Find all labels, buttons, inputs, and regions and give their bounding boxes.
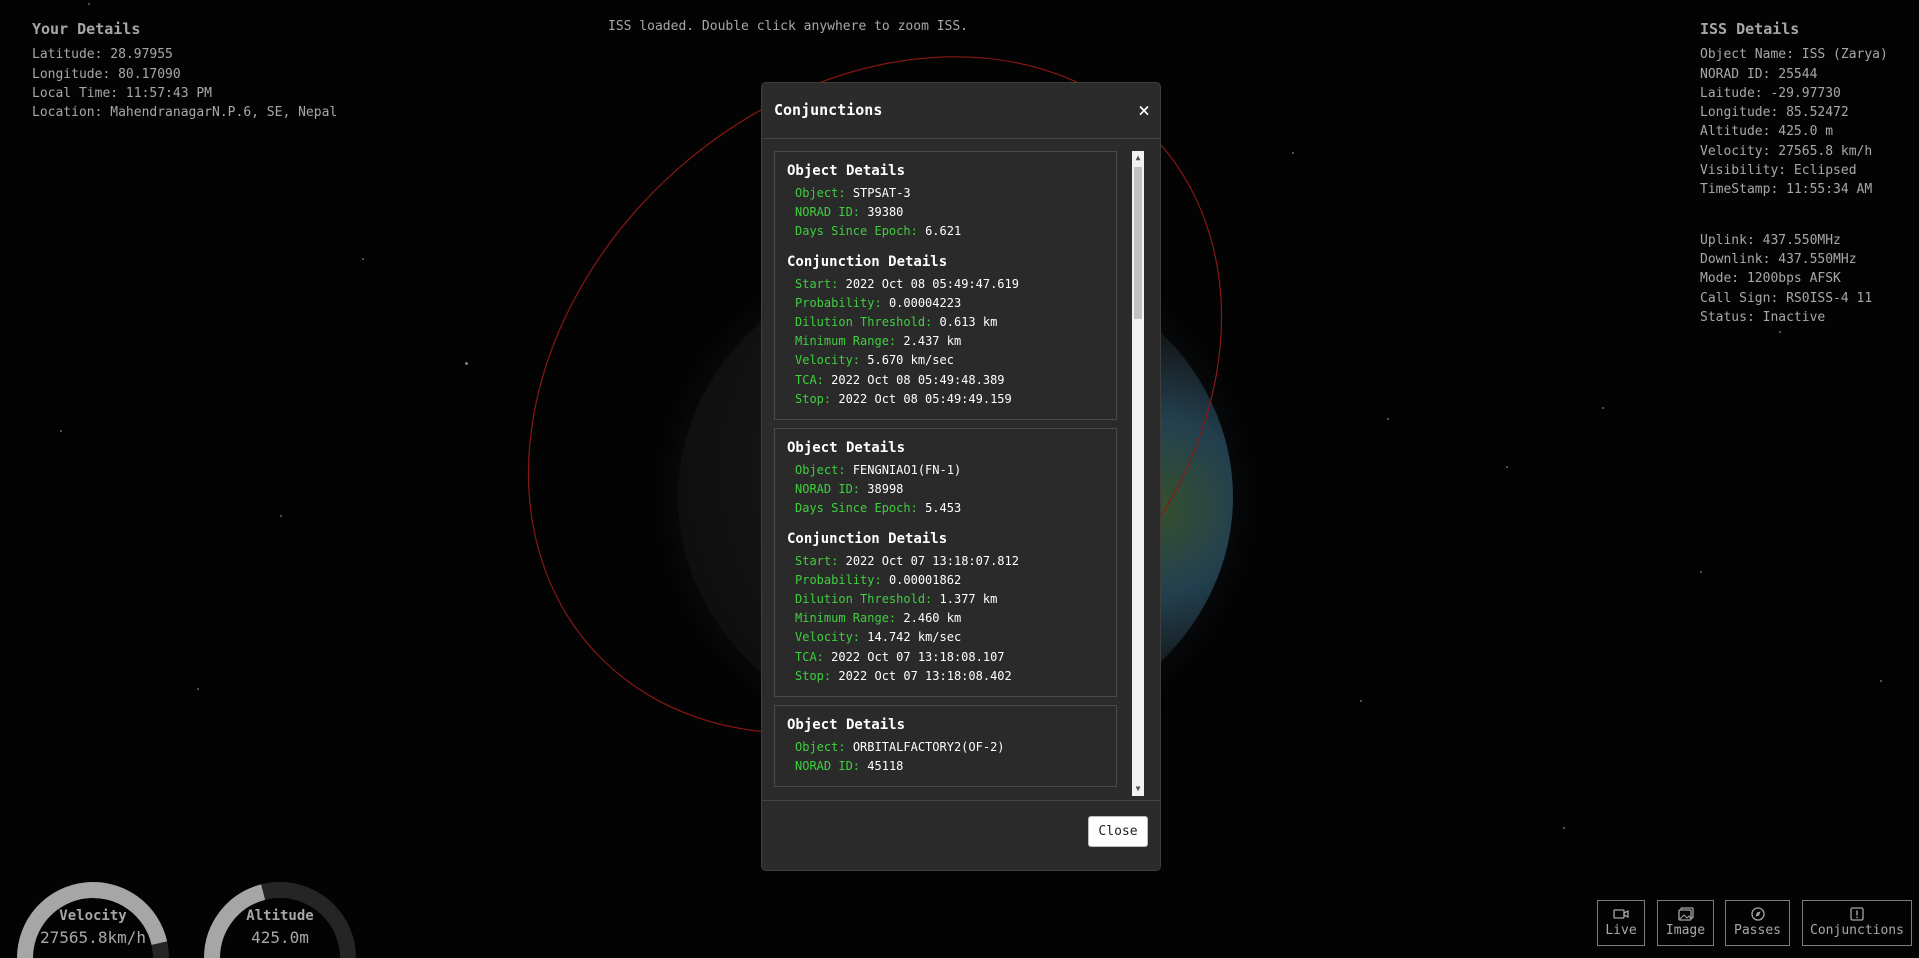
- dilution-label: Dilution Threshold:: [795, 315, 933, 330]
- stop-value: 2022 Oct 07 13:18:08.402: [838, 668, 1012, 683]
- conjunction-details-heading: Conjunction Details: [787, 530, 948, 547]
- conjunction-card: Object Details Object: STPSAT-3 NORAD ID…: [774, 151, 1117, 421]
- min-range-label: Minimum Range:: [795, 334, 897, 349]
- start-label: Start:: [795, 276, 839, 291]
- modal-footer: Close: [762, 800, 1160, 871]
- modal-body[interactable]: Object Details Object: STPSAT-3 NORAD ID…: [762, 139, 1160, 800]
- dilution-label: Dilution Threshold:: [795, 592, 933, 607]
- min-range-label: Minimum Range:: [795, 611, 897, 626]
- days-label: Days Since Epoch:: [795, 501, 918, 516]
- start-label: Start:: [795, 553, 839, 568]
- norad-label: NORAD ID:: [795, 482, 861, 497]
- velocity-label: Velocity:: [795, 353, 861, 368]
- object-details-heading: Object Details: [787, 163, 906, 179]
- velocity-value: 14.742 km/sec: [867, 630, 962, 645]
- tca-value: 2022 Oct 08 05:49:48.389: [831, 372, 1005, 387]
- probability-label: Probability:: [795, 572, 882, 587]
- velocity-label: Velocity:: [795, 630, 861, 645]
- object-details-heading: Object Details: [787, 440, 906, 457]
- start-value: 2022 Oct 08 05:49:47.619: [845, 276, 1019, 291]
- object-value: FENGNIAO1(FN-1): [852, 463, 962, 478]
- norad-value: 38998: [867, 482, 904, 497]
- object-label: Object:: [795, 740, 846, 755]
- close-button[interactable]: Close: [1088, 816, 1148, 847]
- norad-label: NORAD ID:: [795, 205, 861, 220]
- conjunction-card: Object Details Object: ORBITALFACTORY2(O…: [774, 705, 1117, 788]
- norad-value: 45118: [867, 759, 904, 774]
- object-label: Object:: [795, 463, 846, 478]
- tca-value: 2022 Oct 07 13:18:08.107: [831, 649, 1005, 664]
- conjunction-list[interactable]: Object Details Object: STPSAT-3 NORAD ID…: [774, 151, 1119, 795]
- conjunction-card: Object Details Object: FENGNIAO1(FN-1) N…: [774, 428, 1117, 698]
- norad-value: 39380: [867, 205, 904, 220]
- norad-label: NORAD ID:: [795, 759, 861, 774]
- stop-label: Stop:: [795, 391, 832, 406]
- object-details-heading: Object Details: [787, 717, 906, 734]
- conjunctions-modal: Conjunctions × Object Details Object: ST…: [761, 82, 1161, 871]
- conjunction-details-heading: Conjunction Details: [787, 253, 948, 270]
- tca-label: TCA:: [795, 372, 824, 387]
- days-value: 5.453: [925, 501, 962, 516]
- tca-label: TCA:: [795, 649, 824, 664]
- object-value: ORBITALFACTORY2(OF-2): [852, 740, 1005, 755]
- modal-scrollbar[interactable]: ▲ ▼: [1132, 151, 1144, 796]
- probability-value: 0.00004223: [888, 295, 962, 310]
- min-range-value: 2.437 km: [903, 334, 962, 349]
- stop-value: 2022 Oct 08 05:49:49.159: [838, 391, 1012, 406]
- scroll-up-arrow-icon[interactable]: ▲: [1132, 151, 1144, 165]
- object-value: STPSAT-3: [852, 186, 911, 200]
- modal-title: Conjunctions: [774, 101, 883, 119]
- days-label: Days Since Epoch:: [795, 224, 918, 239]
- start-value: 2022 Oct 07 13:18:07.812: [845, 553, 1019, 568]
- probability-value: 0.00001862: [888, 572, 962, 587]
- scroll-down-arrow-icon[interactable]: ▼: [1132, 782, 1144, 796]
- days-value: 6.621: [925, 224, 962, 239]
- close-icon[interactable]: ×: [1138, 98, 1150, 122]
- scrollbar-thumb[interactable]: [1134, 167, 1142, 319]
- dilution-value: 1.377 km: [939, 592, 998, 607]
- min-range-value: 2.460 km: [903, 611, 962, 626]
- dilution-value: 0.613 km: [939, 315, 998, 330]
- stop-label: Stop:: [795, 668, 832, 683]
- object-label: Object:: [795, 186, 846, 200]
- velocity-value: 5.670 km/sec: [867, 353, 954, 368]
- probability-label: Probability:: [795, 295, 882, 310]
- modal-header: Conjunctions ×: [762, 83, 1160, 139]
